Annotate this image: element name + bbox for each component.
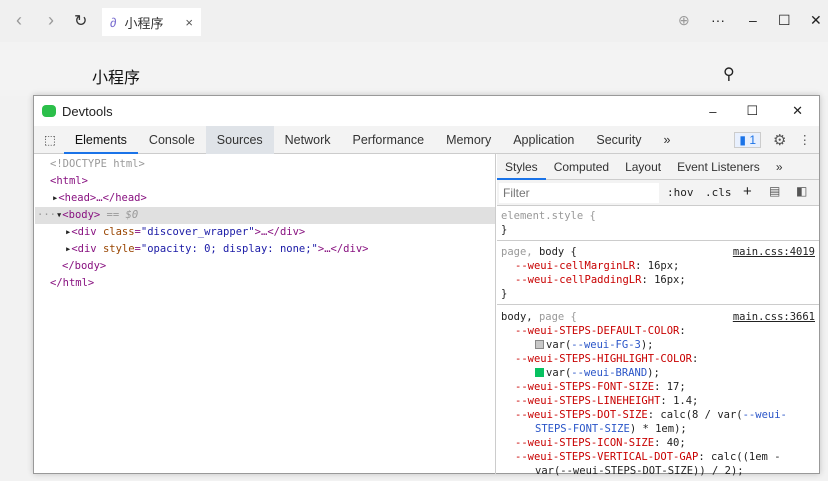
source-link[interactable]: main.css:3661 <box>733 310 815 324</box>
dom-body-selected[interactable]: ···▾<body> == $0 <box>35 207 495 224</box>
tab-layout[interactable]: Layout <box>617 154 669 180</box>
issues-badge[interactable]: ▮ 1 <box>734 131 762 148</box>
page-title: 小程序 <box>92 70 141 87</box>
tab-network[interactable]: Network <box>274 126 342 154</box>
tab-security[interactable]: Security <box>585 126 652 154</box>
devtools-titlebar: Devtools – ☐ ✕ <box>34 96 819 126</box>
tab-styles[interactable]: Styles <box>497 154 546 180</box>
dom-doctype: <!DOCTYPE html> <box>50 158 145 170</box>
toggle-sidebar-icon[interactable]: ◧ <box>796 184 807 198</box>
inspect-icon[interactable]: ⬚ <box>34 126 64 154</box>
color-swatch[interactable] <box>535 340 544 349</box>
back-icon[interactable]: ‹ <box>16 10 22 31</box>
paint-icon[interactable]: ▤ <box>769 184 780 198</box>
styles-tabbar: Styles Computed Layout Event Listeners » <box>497 154 819 180</box>
tab-computed[interactable]: Computed <box>546 154 617 180</box>
styles-pane: Styles Computed Layout Event Listeners »… <box>497 154 819 477</box>
minimize-icon[interactable]: – <box>749 12 757 28</box>
dom-body-close[interactable]: </body> <box>35 258 495 275</box>
more-icon[interactable]: ··· <box>711 12 725 28</box>
tab-performance[interactable]: Performance <box>342 126 436 154</box>
forward-icon[interactable]: › <box>48 10 54 31</box>
tab-event-listeners[interactable]: Event Listeners <box>669 154 768 180</box>
more-tabs-icon[interactable]: » <box>653 126 682 154</box>
dom-head[interactable]: ▸<head>…</head> <box>35 190 495 207</box>
more-style-tabs-icon[interactable]: » <box>768 154 791 180</box>
cls-button[interactable]: .cls <box>705 186 732 199</box>
devtools-tabbar: ⬚ Elements Console Sources Network Perfo… <box>34 125 819 154</box>
settings-icon[interactable]: ⚙ <box>773 131 786 149</box>
tab-elements[interactable]: Elements <box>63 126 138 154</box>
tab-console[interactable]: Console <box>138 126 206 154</box>
issues-count: 1 <box>749 132 757 147</box>
styles-toolbar: :hov .cls + ▤ ◧ <box>497 180 819 206</box>
rule-page-body: page, body {main.css:4019 --weui-cellMar… <box>497 242 819 305</box>
menu-icon[interactable]: ⋮ <box>799 132 812 147</box>
tab-title: 小程序 <box>124 15 164 31</box>
maximize-icon[interactable]: ☐ <box>778 12 791 29</box>
search-icon[interactable]: ⚲ <box>723 64 735 84</box>
rule-body-page: body, page {main.css:3661 --weui-STEPS-D… <box>501 310 815 477</box>
link-icon: ∂ <box>110 14 117 30</box>
devtools-window: Devtools – ☐ ✕ ⬚ Elements Console Source… <box>33 95 820 477</box>
tab-application[interactable]: Application <box>502 126 585 154</box>
dom-html[interactable]: <html> <box>35 173 495 190</box>
dom-div-hidden[interactable]: ▸<div style="opacity: 0; display: none;"… <box>35 241 495 258</box>
close-icon[interactable]: ✕ <box>810 12 822 29</box>
dom-div-discover[interactable]: ▸<div class="discover_wrapper">…</div> <box>35 224 495 241</box>
dom-html-close[interactable]: </html> <box>35 275 495 292</box>
devtools-title: Devtools <box>62 103 113 119</box>
filter-input[interactable] <box>499 183 659 203</box>
browser-tab[interactable]: ∂ 小程序 × <box>102 8 201 36</box>
tab-sources[interactable]: Sources <box>205 125 274 154</box>
elements-tree: <!DOCTYPE html> <html> ▸<head>…</head> ·… <box>35 154 496 474</box>
devtools-logo-icon <box>42 105 56 117</box>
globe-icon[interactable]: ⊕ <box>678 12 690 29</box>
close-tab-icon[interactable]: × <box>185 15 193 30</box>
color-swatch[interactable] <box>535 368 544 377</box>
reload-icon[interactable]: ↻ <box>74 11 87 31</box>
devtools-minimize-icon[interactable]: – <box>709 104 716 119</box>
new-rule-button[interactable]: + <box>743 183 752 200</box>
devtools-close-icon[interactable]: ✕ <box>792 103 803 119</box>
tab-memory[interactable]: Memory <box>435 126 502 154</box>
hov-button[interactable]: :hov <box>667 186 694 199</box>
devtools-maximize-icon[interactable]: ☐ <box>746 103 758 119</box>
source-link[interactable]: main.css:4019 <box>733 245 815 259</box>
rule-element-style: element.style { } <box>497 206 819 241</box>
